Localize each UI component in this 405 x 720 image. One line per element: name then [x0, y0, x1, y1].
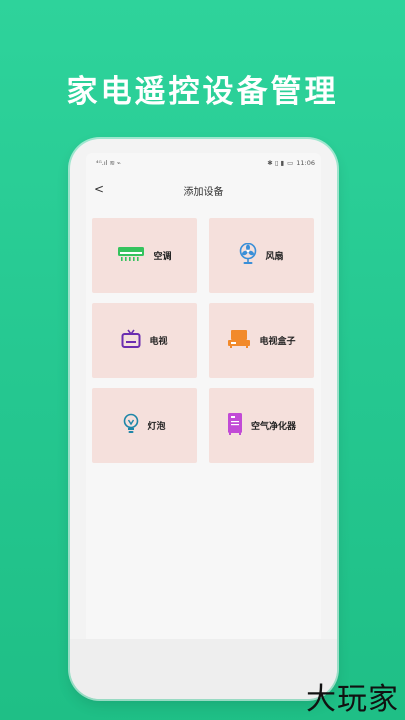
status-time: 11:06	[296, 159, 315, 167]
signal-icon: ⁴ᴳ.ıl ≋ ⌁	[96, 159, 121, 167]
back-button[interactable]: <	[94, 182, 104, 196]
watermark-logo: 大玩家	[306, 682, 399, 717]
device-label: 空气净化器	[250, 422, 296, 432]
page-title: 添加设备	[183, 186, 224, 198]
air-conditioner-icon	[117, 245, 145, 267]
fan-icon	[239, 242, 257, 269]
bluetooth-vibrate-icon: ✱ ▯ ▮	[267, 159, 285, 167]
device-tile-tv-box[interactable]: 电视盒子	[209, 303, 314, 378]
phone-screen: ⁴ᴳ.ıl ≋ ⌁ ✱ ▯ ▮ ▭ 11:06 < 添加设备 空调 风扇 电视 …	[86, 153, 321, 658]
phone-frame: ⁴ᴳ.ıl ≋ ⌁ ✱ ▯ ▮ ▭ 11:06 < 添加设备 空调 风扇 电视 …	[70, 139, 337, 699]
status-bar: ⁴ᴳ.ıl ≋ ⌁ ✱ ▯ ▮ ▭ 11:06	[86, 153, 321, 173]
nav-bar: < 添加设备	[86, 173, 321, 207]
light-bulb-icon	[123, 413, 139, 439]
device-label: 电视	[149, 337, 168, 347]
air-purifier-icon	[227, 412, 243, 440]
device-tile-air-purifier[interactable]: 空气净化器	[209, 388, 314, 463]
tv-box-icon	[227, 329, 251, 353]
device-tile-tv[interactable]: 电视	[92, 303, 197, 378]
device-label: 电视盒子	[259, 337, 296, 347]
device-label: 空调	[153, 252, 172, 262]
device-tile-fan[interactable]: 风扇	[209, 218, 314, 293]
device-label: 灯泡	[147, 422, 166, 432]
tv-icon	[121, 329, 141, 353]
device-label: 风扇	[265, 252, 284, 262]
headline: 家电遥控设备管理	[66, 74, 339, 110]
battery-icon: ▭	[287, 159, 294, 167]
device-grid: 空调 风扇 电视 电视盒子 灯泡 空气净化器	[92, 218, 314, 463]
device-tile-air-conditioner[interactable]: 空调	[92, 218, 197, 293]
device-tile-light-bulb[interactable]: 灯泡	[92, 388, 197, 463]
